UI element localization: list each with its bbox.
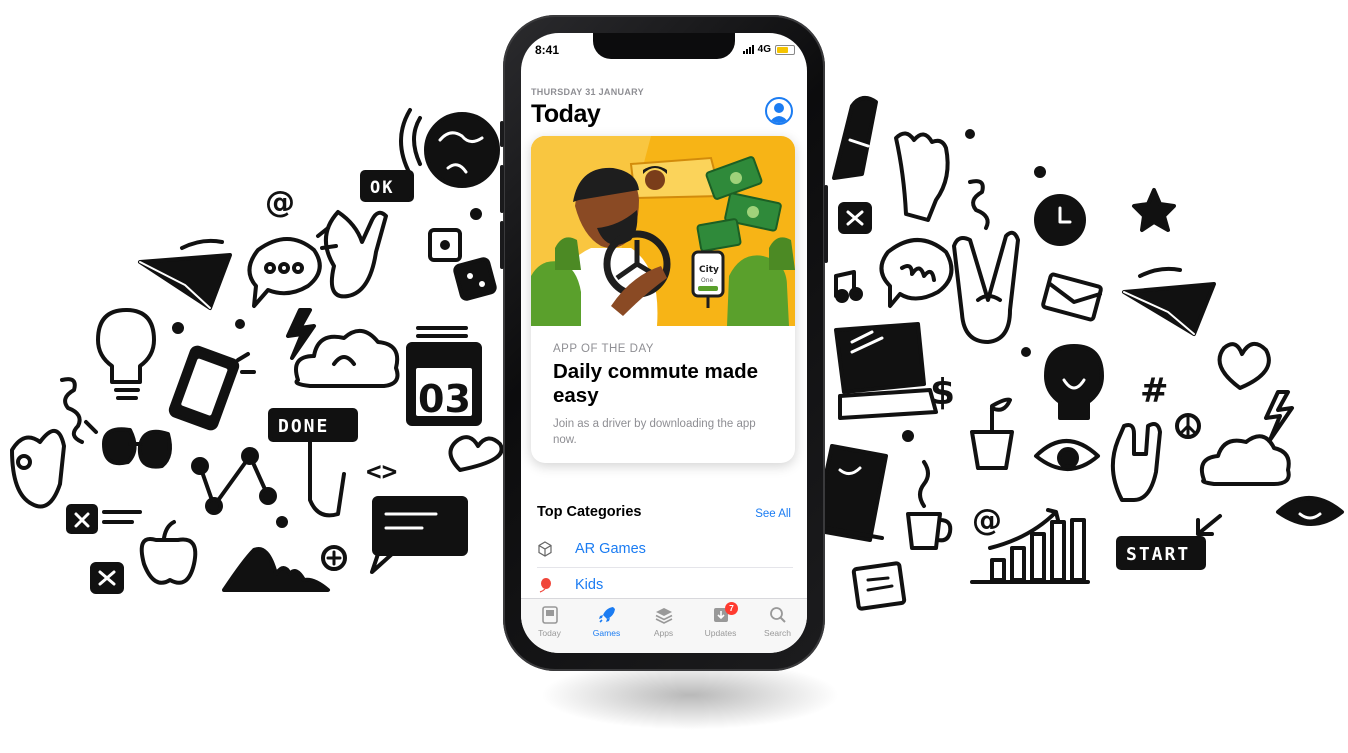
category-label: AR Games <box>575 541 646 557</box>
calendar-counter: 03 <box>418 377 471 421</box>
account-avatar-button[interactable] <box>765 97 793 125</box>
coffee-cup-icon <box>906 460 953 550</box>
envelope-icon <box>1041 272 1103 322</box>
eye-icon <box>1034 439 1100 471</box>
person-icon <box>769 103 789 123</box>
done-tag-label: DONE <box>278 416 329 437</box>
tab-updates[interactable]: 7 Updates <box>692 602 749 638</box>
notch <box>593 33 735 59</box>
page-title: Today <box>531 100 601 128</box>
sunglasses-icon <box>84 420 172 469</box>
apple-icon <box>139 520 198 585</box>
spiral-right-icon <box>968 179 990 230</box>
today-icon <box>541 606 558 624</box>
peace-hand-icon <box>952 230 1020 344</box>
rock-hand-icon <box>1110 422 1162 502</box>
tab-games[interactable]: Games <box>578 605 635 638</box>
paper-plane-icon <box>138 238 232 310</box>
card-description: Join as a driver by downloading the app … <box>553 418 756 446</box>
start-tag: START <box>1116 514 1222 570</box>
tab-label: Search <box>764 628 791 638</box>
search-icon <box>769 607 786 623</box>
tab-bar: Today Games Apps 7 Updates Search <box>521 598 807 653</box>
app-store-screen: 8:41 4G THURSDAY 31 JANUARY Today City O… <box>521 33 807 653</box>
balloon-icon <box>539 578 551 593</box>
at-sign-right-icon: @ <box>972 503 1002 538</box>
chat-window-icon <box>370 496 468 574</box>
art-phone-label-city: City <box>699 265 719 275</box>
lightning-right-icon <box>1264 390 1294 442</box>
spiral-icon <box>60 377 84 444</box>
clock-icon <box>1034 194 1086 246</box>
card-illustration: City One <box>531 136 795 326</box>
close-box-icon <box>66 504 142 534</box>
hashtag-icon: # <box>1140 371 1169 411</box>
status-time: 8:41 <box>535 43 560 57</box>
laptop-icon <box>834 322 938 420</box>
paper-plane-right-icon <box>1122 266 1216 336</box>
battery-icon <box>775 44 795 55</box>
category-label: Kids <box>575 577 604 593</box>
card-kicker: APP OF THE DAY <box>553 343 654 355</box>
rocket-icon <box>598 607 615 623</box>
ok-tag: OK <box>360 170 414 202</box>
tab-label: Today <box>538 628 561 638</box>
calendar-icon: 03 <box>406 326 482 426</box>
speech-bubble-right-icon <box>879 238 954 308</box>
updates-badge: 7 <box>725 602 738 615</box>
clipboard-icon <box>851 561 907 611</box>
cloud-icon <box>294 329 400 388</box>
hand-pointing-icon <box>894 131 950 222</box>
lightbulb-right-icon <box>1044 344 1104 420</box>
ok-hand-icon <box>10 429 66 509</box>
at-sign-icon: @ <box>265 185 295 220</box>
code-icon: <> <box>366 457 397 487</box>
signal-icon <box>742 45 754 54</box>
star-icon <box>1132 188 1176 232</box>
tab-search[interactable]: Search <box>749 605 806 638</box>
lightbulb-icon <box>96 308 156 400</box>
ok-tag-label: OK <box>370 178 394 198</box>
dice-icon <box>428 228 497 301</box>
heart-outline-icon <box>448 435 504 472</box>
speech-bubble-icon <box>247 226 338 308</box>
tab-apps[interactable]: Apps <box>635 605 692 638</box>
smartphone-doodle-icon <box>168 345 256 431</box>
cloud-right-icon <box>1199 434 1291 486</box>
app-of-the-day-card[interactable]: City One APP OF THE DAY Daily commute ma… <box>531 136 795 463</box>
art-phone-label-one: One <box>701 277 714 284</box>
tab-label: Updates <box>704 628 737 638</box>
pencil-icon <box>832 95 878 180</box>
globe-icon <box>399 108 500 188</box>
category-item-ar-games[interactable]: AR Games <box>537 531 793 568</box>
card-title: Daily commute made easy <box>553 360 759 407</box>
tab-today[interactable]: Today <box>521 605 578 638</box>
hand-gesture-icon <box>324 210 388 299</box>
network-type: 4G <box>757 44 771 55</box>
music-note-icon <box>834 270 863 303</box>
see-all-link[interactable]: See All <box>755 508 791 520</box>
plant-pot-icon <box>970 397 1014 470</box>
layers-icon <box>655 608 672 624</box>
tab-label: Apps <box>653 628 674 638</box>
lightning-icon <box>286 308 316 360</box>
mountains-icon <box>222 547 330 592</box>
eye-right-icon <box>1276 496 1344 526</box>
phone-device: 8:41 4G THURSDAY 31 JANUARY Today City O… <box>500 15 828 671</box>
line-graph-icon <box>191 447 277 515</box>
header-date: THURSDAY 31 JANUARY <box>531 87 644 97</box>
heart-right-icon <box>1217 342 1271 390</box>
tab-label: Games <box>592 628 621 638</box>
cube-icon <box>538 541 552 557</box>
dollar-icon: $ <box>930 372 955 413</box>
top-categories-heading: Top Categories <box>537 504 642 520</box>
start-tag-label: START <box>1126 544 1190 565</box>
done-tag: DONE <box>268 408 358 518</box>
